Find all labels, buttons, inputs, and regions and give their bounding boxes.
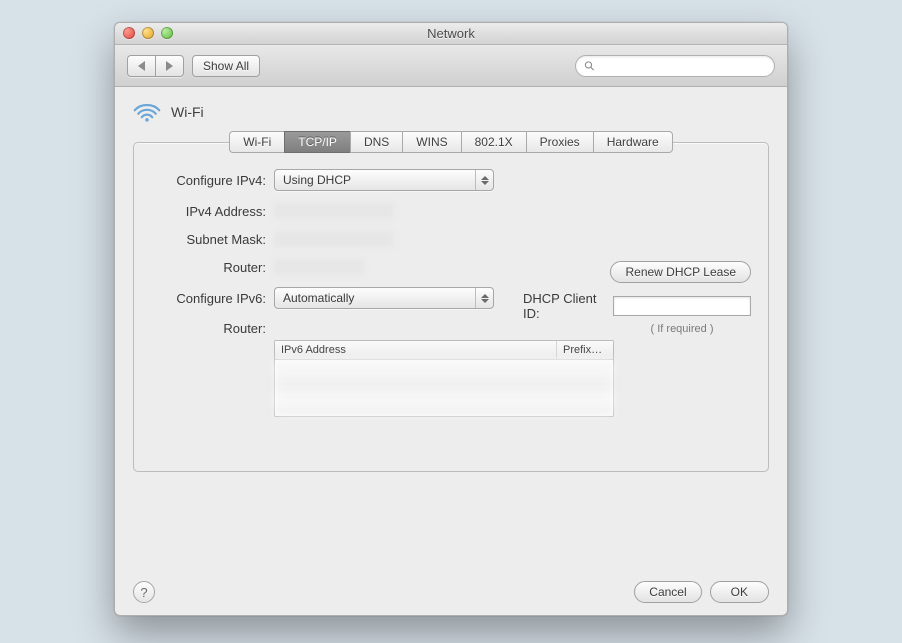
tab-wifi[interactable]: Wi-Fi [229,131,284,153]
tab-hardware[interactable]: Hardware [593,131,673,153]
wifi-icon [133,101,161,123]
col-prefix[interactable]: Prefix… [557,341,613,359]
tab-dns[interactable]: DNS [350,131,402,153]
ipv6-address-table[interactable]: IPv6 Address Prefix… [274,340,614,417]
interface-header: Wi-Fi [133,101,769,123]
window-title: Network [427,26,475,41]
tab-8021x[interactable]: 802.1X [461,131,526,153]
configure-ipv6-value: Automatically [283,291,354,305]
dhcp-client-id-hint: ( If required ) [613,323,751,335]
dhcp-client-id-label: DHCP Client ID: [523,291,607,321]
nav-back-button[interactable] [127,55,155,77]
content-area: Wi-Fi Wi-Fi TCP/IP DNS WINS 802.1X Proxi… [115,87,787,615]
cancel-button[interactable]: Cancel [634,581,701,603]
configure-ipv6-label: Configure IPv6 [152,291,266,306]
select-stepper-icon [475,288,493,308]
configure-ipv6-select[interactable]: Automatically [274,287,494,309]
configure-ipv4-label: Configure IPv4 [152,173,266,188]
network-preferences-window: Network Show All Wi-Fi Wi-Fi TCP/IP DNS [114,22,788,616]
dhcp-side-block: Renew DHCP Lease DHCP Client ID: ( If re… [523,261,751,335]
ok-button[interactable]: OK [710,581,769,603]
window-controls [123,27,173,39]
configure-ipv4-select[interactable]: Using DHCP [274,169,494,191]
search-field[interactable] [575,55,775,77]
ipv4-address-value [274,203,394,219]
nav-back-forward [127,55,184,77]
ipv4-address-label: IPv4 Address [152,204,266,219]
search-icon [584,60,595,72]
select-stepper-icon [475,170,493,190]
renew-dhcp-lease-button[interactable]: Renew DHCP Lease [610,261,751,283]
chevron-right-icon [166,61,173,71]
toolbar: Show All [115,45,787,87]
zoom-window-button[interactable] [161,27,173,39]
chevron-left-icon [138,61,145,71]
help-button[interactable]: ? [133,581,155,603]
ipv6-router-label: Router [152,321,266,336]
dialog-footer: ? Cancel OK [133,581,769,603]
ipv4-router-value [274,259,364,275]
configure-ipv4-value: Using DHCP [283,173,351,187]
tab-bar: Wi-Fi TCP/IP DNS WINS 802.1X Proxies Har… [133,131,769,153]
search-input[interactable] [599,59,766,73]
table-body [275,360,613,416]
col-ipv6-address[interactable]: IPv6 Address [275,341,557,359]
dhcp-client-id-input[interactable] [613,296,751,316]
titlebar: Network [115,23,787,45]
show-all-button[interactable]: Show All [192,55,260,77]
close-window-button[interactable] [123,27,135,39]
interface-name: Wi-Fi [171,104,204,120]
tab-proxies[interactable]: Proxies [526,131,593,153]
ipv4-router-label: Router [152,260,266,275]
subnet-mask-label: Subnet Mask [152,232,266,247]
tab-tcpip[interactable]: TCP/IP [284,131,350,153]
nav-forward-button[interactable] [155,55,184,77]
minimize-window-button[interactable] [142,27,154,39]
subnet-mask-value [274,231,394,247]
table-header: IPv6 Address Prefix… [275,341,613,360]
tab-wins[interactable]: WINS [402,131,460,153]
